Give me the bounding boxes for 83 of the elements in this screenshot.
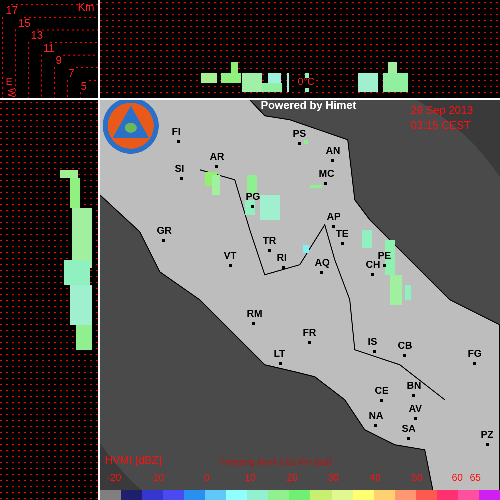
city-marker-icon xyxy=(374,424,377,427)
city-marker-icon xyxy=(407,437,410,440)
scale-label: -20 xyxy=(107,474,122,484)
scale-label: 60 xyxy=(452,474,464,484)
city-marker-icon xyxy=(308,341,311,344)
scale-label: 65 xyxy=(470,474,482,484)
city-label: CH xyxy=(366,261,380,271)
city-marker-icon xyxy=(162,239,165,242)
city-marker-icon xyxy=(177,140,180,143)
city-label: TR xyxy=(263,237,276,247)
height-label: 15 xyxy=(18,18,31,30)
city-label: LT xyxy=(274,350,286,360)
city-marker-icon xyxy=(383,264,386,267)
city-label: VT xyxy=(224,252,237,262)
city-label: CB xyxy=(398,342,412,352)
city-marker-icon xyxy=(282,266,285,269)
height-label: 11 xyxy=(44,44,55,55)
city-marker-icon xyxy=(371,273,374,276)
time-text: 03:15 CEST xyxy=(411,121,471,132)
city-label: RI xyxy=(277,254,287,264)
product-label: HVMI [dBZ] xyxy=(105,456,162,467)
height-label: 17 xyxy=(6,6,18,17)
city-label: AR xyxy=(210,153,224,163)
city-marker-icon xyxy=(251,205,254,208)
height-label: 9 xyxy=(56,56,62,68)
city-marker-icon xyxy=(373,350,376,353)
city-marker-icon xyxy=(332,225,335,228)
scale-label: 40 xyxy=(370,474,382,484)
city-marker-icon xyxy=(331,159,334,162)
axis-label: W xyxy=(6,88,16,98)
city-marker-icon xyxy=(380,399,383,402)
city-label: SA xyxy=(402,425,416,435)
city-marker-icon xyxy=(252,322,255,325)
city-label: GR xyxy=(157,227,172,237)
freezing-marker: 0°C xyxy=(298,78,315,88)
city-label: SI xyxy=(175,165,184,175)
city-marker-icon xyxy=(403,354,406,357)
city-label: FG xyxy=(468,350,482,360)
city-marker-icon xyxy=(180,177,183,180)
height-label: 7 xyxy=(68,69,75,80)
city-marker-icon xyxy=(473,362,476,365)
height-label: 13 xyxy=(31,31,44,42)
city-marker-icon xyxy=(279,362,282,365)
scale-label: 50 xyxy=(412,474,424,484)
scale-label: 30 xyxy=(328,474,340,484)
logo-icon xyxy=(103,100,159,154)
city-marker-icon xyxy=(486,443,489,446)
city-marker-icon xyxy=(341,242,344,245)
city-label: AV xyxy=(409,405,422,415)
freezing-level-text: Freezing level 3.02 Km (asl) xyxy=(220,458,332,467)
date-text: 29 Sep 2013 xyxy=(411,106,474,117)
axis-label: E xyxy=(6,78,13,88)
scale-label: 10 xyxy=(245,474,256,484)
city-label: BN xyxy=(407,382,422,392)
city-label: MC xyxy=(319,170,335,180)
city-label: FI xyxy=(172,128,181,138)
city-marker-icon xyxy=(268,249,271,252)
scale-label: -10 xyxy=(150,474,164,484)
city-marker-icon xyxy=(324,182,327,185)
city-marker-icon xyxy=(412,394,415,397)
city-marker-icon xyxy=(298,142,301,145)
city-label: IS xyxy=(368,338,378,348)
city-label: AP xyxy=(327,213,341,223)
city-label: RM xyxy=(247,310,263,320)
unit-label: Km xyxy=(78,3,94,14)
height-label: 5 xyxy=(81,82,88,93)
city-label: CE xyxy=(375,387,389,397)
city-label: AN xyxy=(326,147,340,157)
city-label: FR xyxy=(303,329,316,339)
city-marker-icon xyxy=(215,165,218,168)
city-label: PG xyxy=(246,193,260,203)
credit-text: Powered by Himet xyxy=(261,101,356,112)
city-label: NA xyxy=(369,412,384,422)
city-label: TE xyxy=(336,230,349,240)
city-marker-icon xyxy=(414,417,417,420)
scale-label: 20 xyxy=(287,474,298,484)
city-label: PZ xyxy=(481,431,494,441)
city-marker-icon xyxy=(320,271,323,274)
city-label: PS xyxy=(293,130,306,140)
city-label: PE xyxy=(378,252,392,262)
scale-label: 0 xyxy=(204,474,210,484)
city-marker-icon xyxy=(229,264,232,267)
city-label: AQ xyxy=(315,259,330,269)
